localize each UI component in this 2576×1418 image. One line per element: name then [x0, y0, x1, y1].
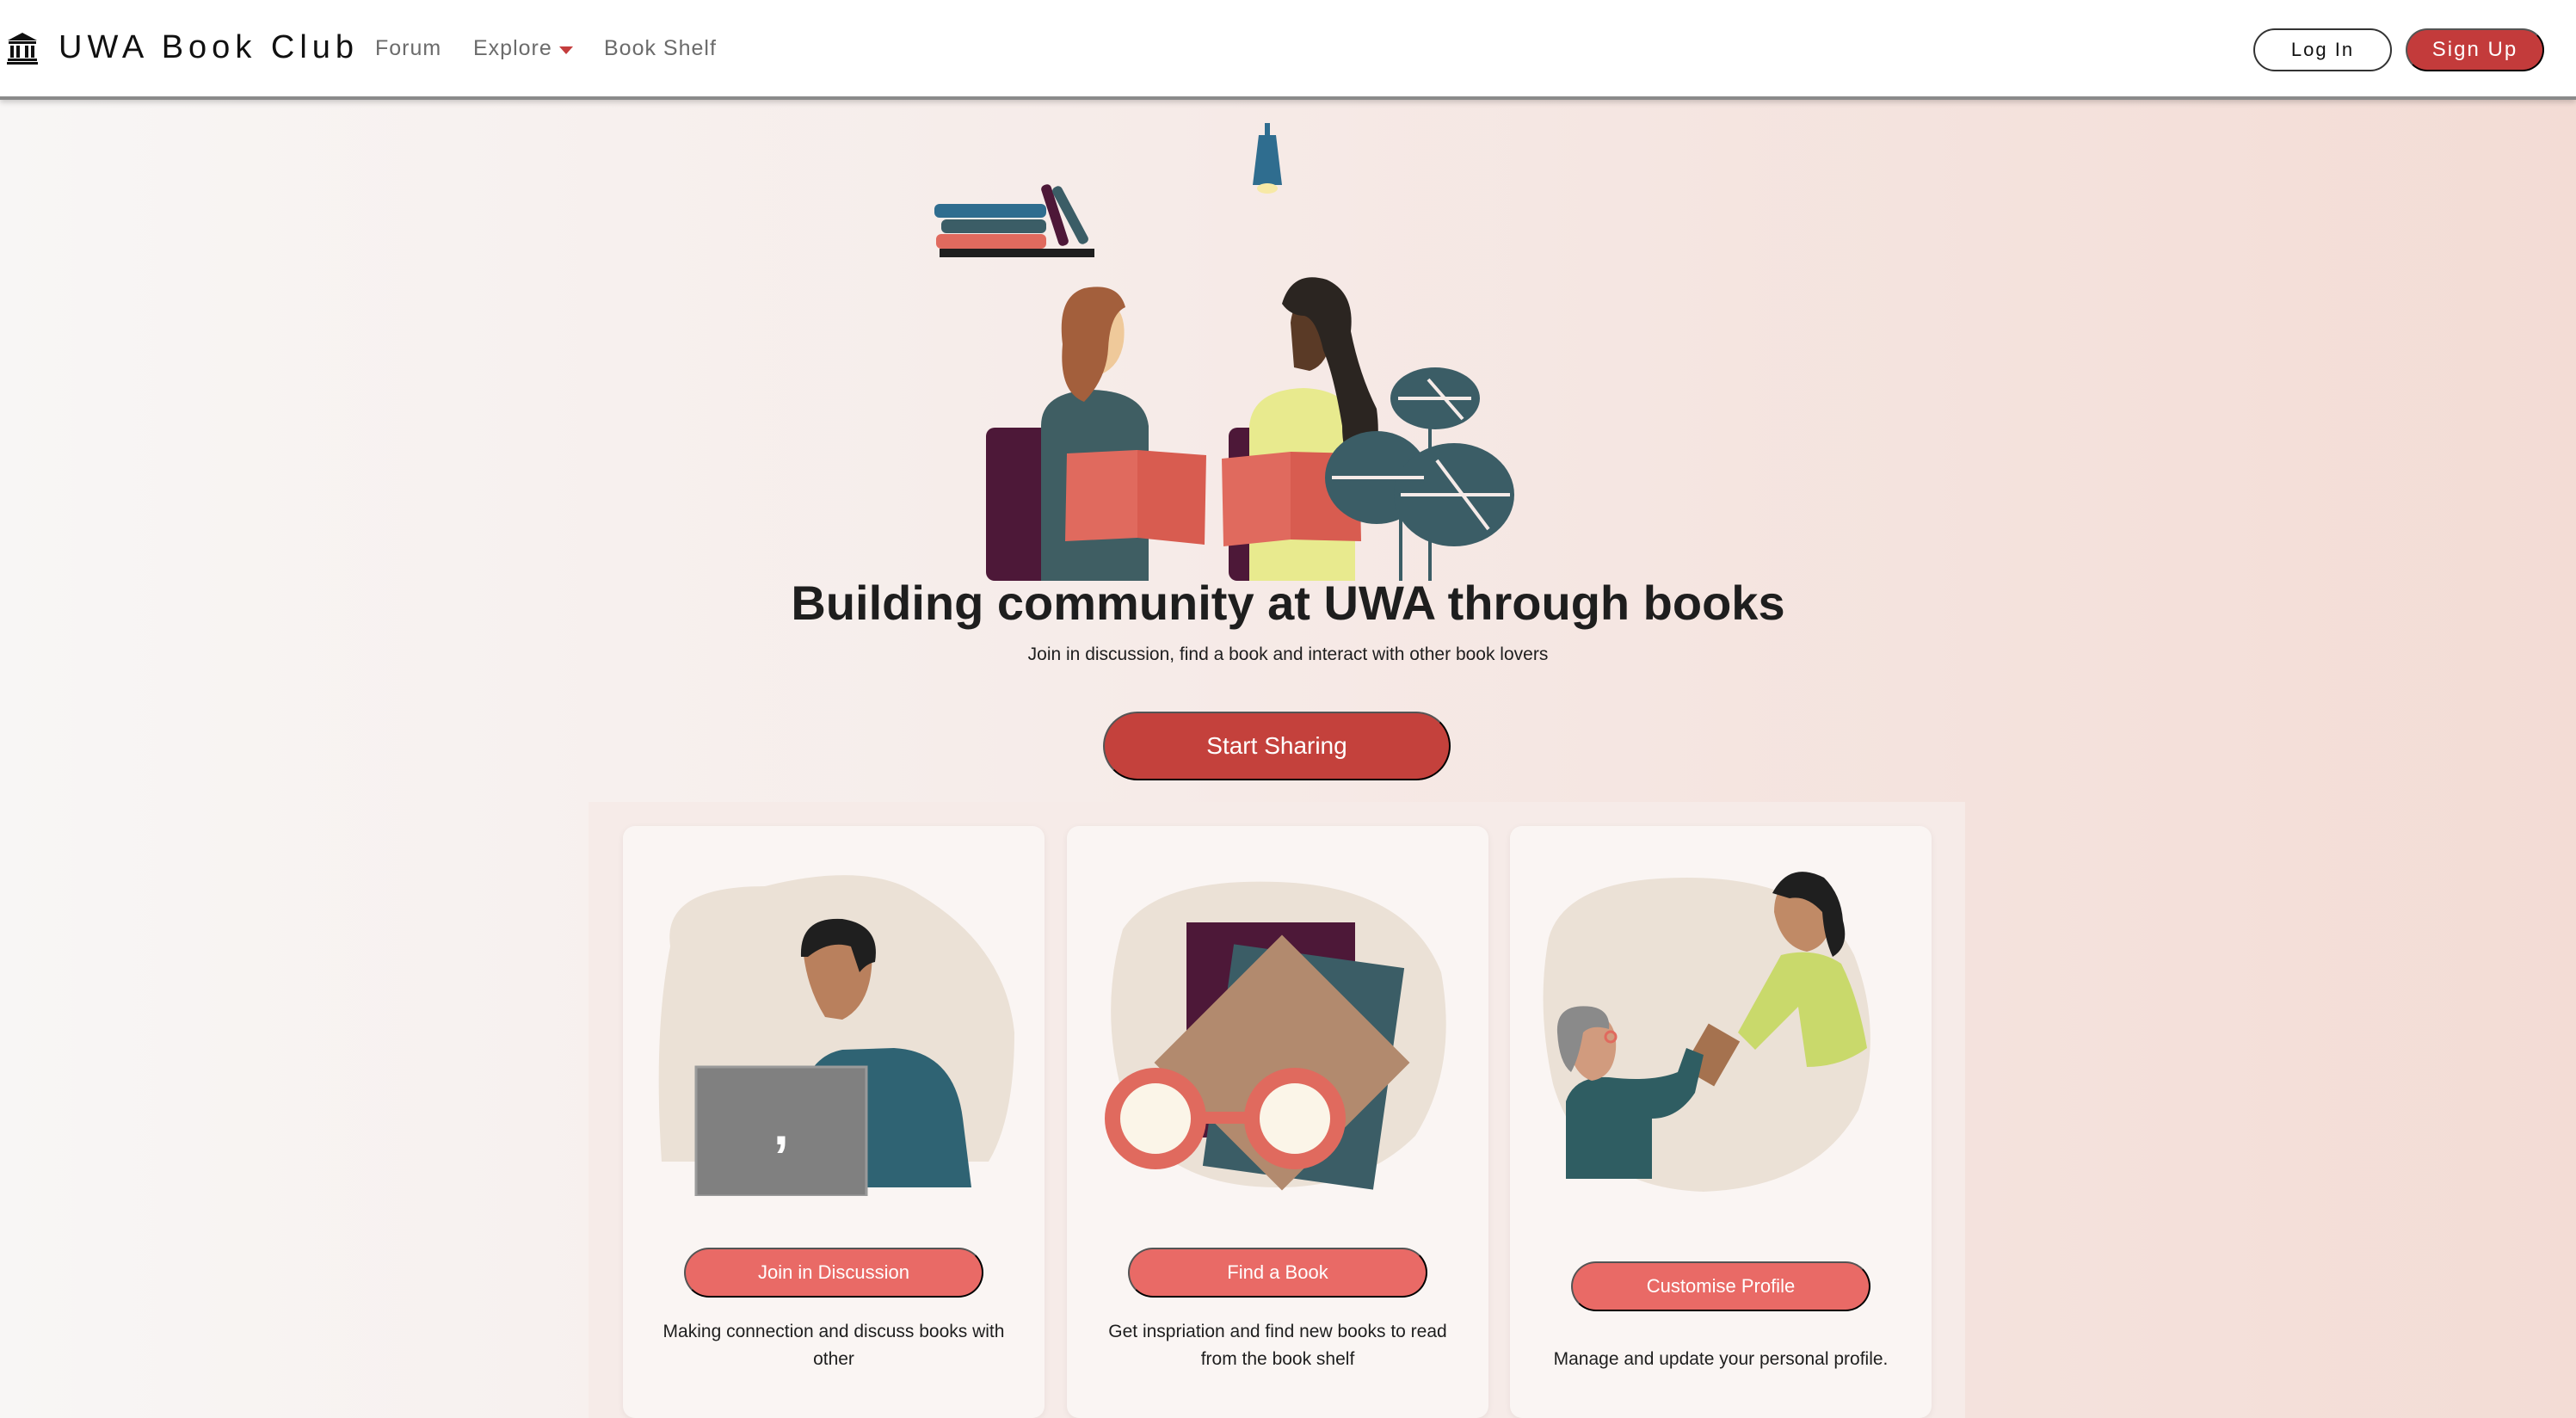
hero-title: Building community at UWA through books — [791, 576, 1785, 630]
feature-card-discussion: , Join in Discussion Making connection a… — [623, 826, 1045, 1418]
start-sharing-button[interactable]: Start Sharing — [1103, 712, 1451, 780]
feature-description: Get inspriation and find new books to re… — [1108, 1322, 1447, 1369]
feature-card-find-book: Find a Book Get inspriation and find new… — [1067, 826, 1488, 1418]
find-book-button[interactable]: Find a Book — [1128, 1248, 1427, 1298]
svg-text:,: , — [773, 1094, 789, 1156]
nav-book-shelf-link[interactable]: Book Shelf — [604, 36, 717, 61]
signup-button[interactable]: Sign Up — [2406, 28, 2544, 71]
customise-profile-button[interactable]: Customise Profile — [1571, 1261, 1870, 1311]
join-discussion-button[interactable]: Join in Discussion — [684, 1248, 983, 1298]
hero-subtitle: Join in discussion, find a book and inte… — [1027, 644, 1549, 664]
feature-description: Manage and update your personal profile. — [1553, 1349, 1889, 1369]
caret-down-icon — [558, 46, 573, 54]
nav-explore-label: Explore — [473, 36, 552, 60]
books-glasses-illustration — [1105, 881, 1446, 1191]
navbar: UWA Book Club Forum Explore Book Shelf L… — [0, 0, 2576, 100]
nav-forum-link[interactable]: Forum — [375, 36, 441, 61]
hero-reading-illustration — [934, 123, 1514, 581]
nav-explore-dropdown[interactable]: Explore — [473, 36, 573, 61]
brand-name: UWA Book Club — [59, 29, 360, 65]
bank-building-icon — [7, 32, 38, 65]
person-laptop-illustration: , — [658, 875, 1014, 1196]
feature-card-profile: Customise Profile Manage and update your… — [1510, 826, 1932, 1418]
brand[interactable]: UWA Book Club — [7, 29, 359, 66]
book-handover-illustration — [1543, 872, 1870, 1192]
feature-description: Making connection and discuss books with… — [662, 1322, 1005, 1369]
login-button[interactable]: Log In — [2253, 28, 2392, 71]
